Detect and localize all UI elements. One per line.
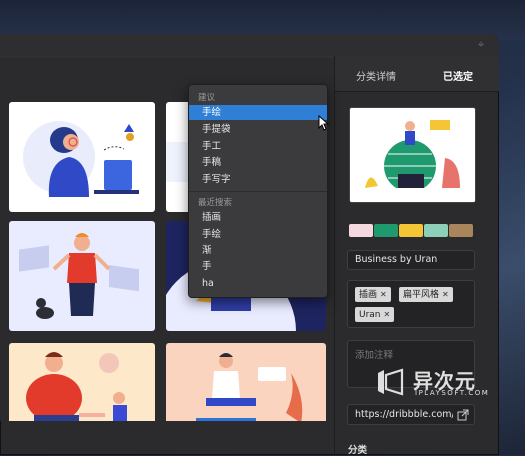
thumbnail-illustration-family[interactable] (9, 343, 155, 421)
open-link-icon[interactable] (457, 409, 469, 421)
search-suggestions-dropdown: 建议 手绘 手提袋 手工 手稿 手写字 最近搜索 插画 手绘 渐 手 ha (188, 84, 328, 298)
thumbnail-illustration-woman-desk[interactable] (166, 343, 326, 421)
color-swatch[interactable] (349, 224, 373, 237)
illustration-image (196, 353, 303, 421)
recent-search-item[interactable]: 渐 (189, 243, 327, 258)
dropdown-divider (189, 191, 327, 192)
mouse-cursor-icon (318, 115, 330, 131)
tab-category-details[interactable]: 分类详情 (356, 68, 396, 83)
category-section-title: 分类 (348, 445, 368, 456)
recent-search-item[interactable]: 插画 (189, 210, 327, 225)
tag-label: 插画 (359, 290, 378, 300)
color-swatch[interactable] (449, 224, 473, 237)
color-swatch[interactable] (424, 224, 448, 237)
suggestion-item[interactable]: 手工 (189, 139, 327, 154)
title-bar: ⌖ (0, 34, 499, 56)
recent-search-item[interactable]: 手 (189, 259, 327, 274)
illustration-image (19, 233, 139, 319)
suggestion-item[interactable]: 手绘 (189, 105, 327, 120)
tags-field[interactable]: 插画 ✕ 扁平风格 ✕ Uran ✕ (347, 280, 475, 328)
color-swatch[interactable] (374, 224, 398, 237)
suggestions-header: 建议 (198, 93, 216, 103)
name-field[interactable]: Business by Uran (347, 250, 475, 270)
notes-placeholder: 添加注释 (355, 350, 394, 361)
remove-tag-icon[interactable]: ✕ (442, 290, 449, 299)
selected-image-preview (349, 107, 476, 203)
watermark-subtext: IPLAYSOFT.COM (415, 389, 490, 397)
remove-tag-icon[interactable]: ✕ (384, 310, 391, 319)
tag-chip[interactable]: 插画 ✕ (355, 287, 391, 302)
suggestion-item[interactable]: 手提袋 (189, 122, 327, 137)
thumbnail-illustration-man-cat[interactable] (9, 221, 155, 331)
watermark-logo (378, 368, 404, 396)
tag-chip[interactable]: Uran ✕ (355, 307, 395, 322)
suggestion-item[interactable]: 手稿 (189, 155, 327, 170)
recent-searches-header: 最近搜索 (198, 198, 233, 208)
remove-tag-icon[interactable]: ✕ (380, 290, 387, 299)
suggestion-item[interactable]: 手写字 (189, 172, 327, 187)
tag-label: 扁平风格 (403, 290, 440, 300)
watermark: 异次元 IPLAYSOFT.COM (375, 363, 525, 405)
illustration-image (350, 108, 475, 202)
pin-icon[interactable]: ⌖ (475, 39, 487, 51)
recent-search-item[interactable]: 手绘 (189, 227, 327, 242)
tag-label: Uran (359, 310, 381, 320)
illustration-image (23, 121, 139, 197)
recent-search-item[interactable]: ha (189, 276, 327, 291)
illustration-image (26, 352, 127, 421)
panel-divider (334, 56, 335, 455)
url-value: https://dribbble.com/ui (355, 409, 453, 420)
tab-selected[interactable]: 已选定 (443, 68, 473, 83)
tag-chip[interactable]: 扁平风格 ✕ (399, 287, 453, 302)
name-value: Business by Uran (355, 254, 438, 265)
color-swatch[interactable] (399, 224, 423, 237)
thumbnail-illustration-woman-laptop[interactable] (9, 102, 155, 212)
url-field[interactable]: https://dribbble.com/ui (347, 404, 475, 425)
